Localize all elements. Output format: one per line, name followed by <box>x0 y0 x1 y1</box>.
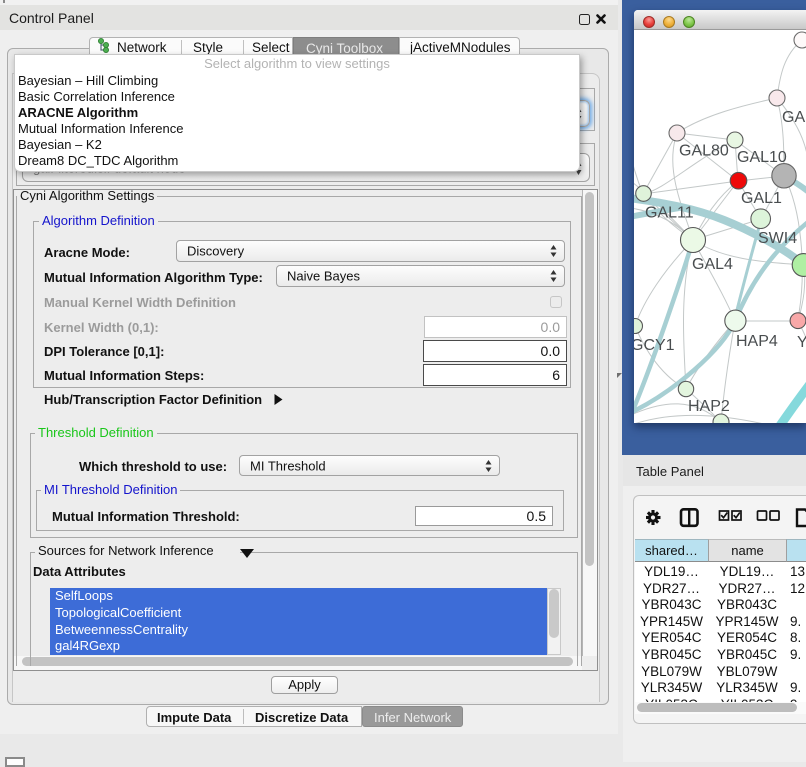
svg-text:HAP4: HAP4 <box>736 333 778 350</box>
svg-text:GAL10: GAL10 <box>737 149 787 166</box>
svg-text:GAL1: GAL1 <box>741 190 782 207</box>
svg-text:GAL2: GAL2 <box>782 109 806 126</box>
svg-text:GAL4: GAL4 <box>692 256 733 273</box>
svg-text:HAP2: HAP2 <box>688 398 730 415</box>
svg-text:SWI4: SWI4 <box>758 230 797 247</box>
svg-text:GAL80: GAL80 <box>679 143 729 160</box>
svg-text:YJ: YJ <box>797 334 806 351</box>
svg-text:GCY1: GCY1 <box>634 337 675 354</box>
svg-text:GAL11: GAL11 <box>645 205 694 222</box>
